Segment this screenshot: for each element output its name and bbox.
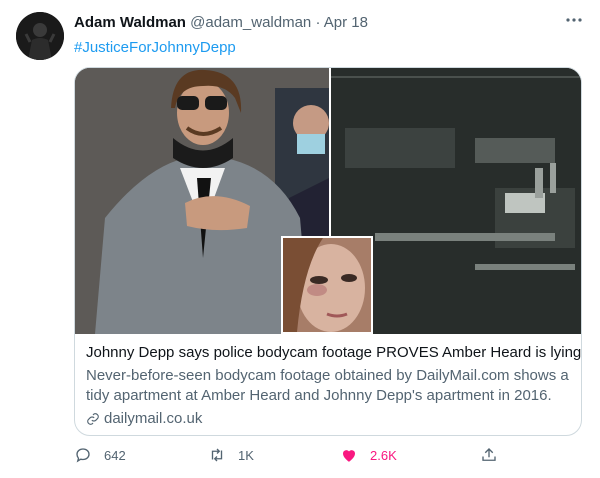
link-card[interactable]: Johnny Depp says police bodycam footage …	[74, 67, 582, 436]
share-icon	[482, 448, 496, 461]
tweet-actions: 642 1K 2.6K	[74, 446, 504, 470]
reply-icon	[76, 448, 90, 463]
card-domain-label: dailymail.co.uk	[104, 410, 203, 427]
card-description: Never-before-seen bodycam footage obtain…	[86, 367, 569, 404]
retweet-icon	[211, 448, 223, 462]
card-domain[interactable]: dailymail.co.uk	[86, 409, 572, 429]
retweet-count: 1K	[238, 447, 254, 463]
reply-count: 642	[104, 447, 126, 463]
card-image	[75, 68, 581, 334]
heart-icon	[343, 450, 355, 462]
avatar[interactable]	[16, 12, 64, 60]
separator: ·	[315, 14, 321, 31]
more-horizontal-icon[interactable]	[564, 10, 584, 30]
card-title[interactable]: Johnny Depp says police bodycam footage …	[86, 343, 581, 363]
reply-button[interactable]: 642	[74, 446, 126, 464]
like-count: 2.6K	[370, 447, 397, 463]
tweet-header: Adam Waldman @adam_waldman · Apr 18	[74, 14, 368, 31]
author-name[interactable]: Adam Waldman	[74, 14, 186, 31]
hashtag-link[interactable]: #JusticeForJohnnyDepp	[74, 39, 236, 56]
author-handle[interactable]: @adam_waldman	[190, 14, 311, 31]
tweet-date[interactable]: Apr 18	[324, 14, 368, 31]
share-button[interactable]	[480, 446, 498, 464]
like-button[interactable]: 2.6K	[340, 446, 397, 464]
retweet-button[interactable]: 1K	[208, 446, 254, 464]
card-text: Johnny Depp says police bodycam footage …	[86, 343, 581, 429]
tweet[interactable]: Adam Waldman @adam_waldman · Apr 18 #Jus…	[0, 0, 600, 478]
inset-photo	[281, 236, 373, 334]
link-icon	[87, 413, 99, 425]
